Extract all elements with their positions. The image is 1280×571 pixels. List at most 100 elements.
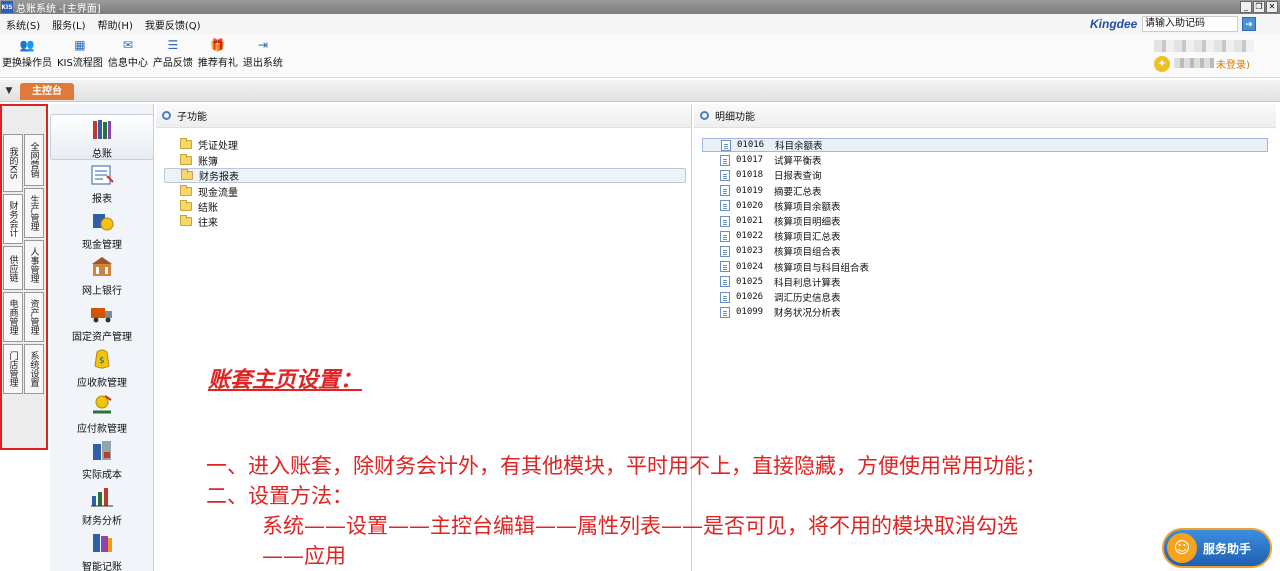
module-online-bank[interactable]: 网上银行 bbox=[50, 252, 154, 298]
module-cash[interactable]: 现金管理 bbox=[50, 206, 154, 252]
panel-header-icon bbox=[162, 111, 171, 120]
detail-code: 01024 bbox=[736, 261, 764, 272]
menu-system[interactable]: 系统(S) bbox=[0, 17, 46, 32]
sub-function-title: 子功能 bbox=[177, 112, 207, 123]
report-doc-icon bbox=[720, 200, 730, 212]
sub-function-header: 子功能 bbox=[156, 104, 691, 128]
detail-item-01019[interactable]: 01019 摘要汇总表 bbox=[702, 184, 822, 198]
module-receivable[interactable]: $ 应收款管理 bbox=[50, 344, 154, 390]
folder-financial-report[interactable]: 财务报表 bbox=[164, 168, 686, 183]
payable-icon bbox=[93, 395, 112, 414]
ledger-books-icon bbox=[93, 120, 111, 139]
star-icon: ✦ bbox=[1154, 56, 1170, 72]
detail-name: 日报表查询 bbox=[774, 171, 822, 183]
detail-item-01023[interactable]: 01023 核算项目组合表 bbox=[702, 244, 841, 258]
panel-header-icon bbox=[700, 111, 709, 120]
vtab-hr[interactable]: 人事管理 bbox=[24, 240, 44, 290]
module-financial-analysis[interactable]: 财务分析 bbox=[50, 482, 154, 528]
folder-label: 账簿 bbox=[198, 157, 218, 168]
detail-item-01022[interactable]: 01022 核算项目汇总表 bbox=[702, 229, 841, 243]
recommend-gift-label: 推荐有礼 bbox=[197, 58, 238, 69]
folder-ledger-books[interactable]: 账簿 bbox=[164, 153, 218, 168]
vtab-store[interactable]: 门店管理 bbox=[3, 344, 23, 394]
menu-feedback[interactable]: 我要反馈(Q) bbox=[139, 17, 207, 32]
tab-dropdown-icon[interactable]: ▼ bbox=[3, 85, 15, 97]
module-general-ledger[interactable]: 总账 bbox=[50, 114, 154, 160]
detail-name: 核算项目与科目组合表 bbox=[774, 262, 870, 274]
detail-item-01025[interactable]: 01025 科目利息计算表 bbox=[702, 275, 841, 289]
vtab-financial-accounting[interactable]: 财务会计 bbox=[3, 194, 23, 244]
exit-icon: ⇥ bbox=[257, 38, 268, 52]
receivable-icon: $ bbox=[94, 349, 110, 369]
module-smart-accounting[interactable]: 智能记账 bbox=[50, 528, 154, 571]
module-label: 智能记账 bbox=[82, 562, 122, 571]
report-doc-icon bbox=[720, 230, 730, 242]
vtab-ecommerce[interactable]: 电商管理 bbox=[3, 292, 23, 342]
kis-logo-icon: KIS bbox=[1, 1, 13, 13]
flowchart-icon: ▦ bbox=[74, 38, 86, 52]
detail-name: 核算项目明细表 bbox=[774, 217, 841, 228]
module-label: 报表 bbox=[92, 194, 112, 205]
report-doc-icon bbox=[721, 139, 731, 151]
tab-strip: ▼ 主控台 bbox=[0, 80, 1280, 102]
user-switch-icon: 👥 bbox=[19, 38, 35, 52]
report-doc-icon bbox=[720, 154, 730, 166]
detail-code: 01025 bbox=[736, 276, 764, 287]
exit-system-button[interactable]: ⇥ 退出系统 bbox=[243, 34, 283, 69]
detail-item-01016[interactable]: 01016 科目余额表 bbox=[702, 138, 1268, 152]
login-status[interactable]: 未登录) bbox=[1216, 56, 1250, 71]
module-report[interactable]: 报表 bbox=[50, 160, 154, 206]
service-helper-label: 服务助手 bbox=[1203, 541, 1252, 556]
detail-item-01020[interactable]: 01020 核算项目余额表 bbox=[702, 199, 841, 213]
menu-service[interactable]: 服务(L) bbox=[46, 17, 91, 32]
vtab-system-settings[interactable]: 系统设置 bbox=[24, 344, 44, 394]
folder-icon bbox=[180, 154, 192, 165]
help-code-input[interactable]: 请输入助记码 bbox=[1142, 16, 1238, 32]
vtab-assets[interactable]: 资产管理 bbox=[24, 292, 44, 342]
kis-flowchart-button[interactable]: ▦ KIS流程图 bbox=[57, 34, 103, 69]
detail-name: 财务状况分析表 bbox=[774, 308, 841, 320]
module-actual-cost[interactable]: 实际成本 bbox=[50, 436, 154, 482]
service-helper-button[interactable]: ☺ 服务助手 bbox=[1162, 528, 1272, 568]
minimize-button[interactable]: _ bbox=[1240, 1, 1252, 13]
report-doc-icon bbox=[720, 169, 730, 181]
toolbar: 👥 更换操作员 ▦ KIS流程图 ✉ 信息中心 ☰ 产品反馈 🎁 推荐有礼 ⇥ … bbox=[0, 34, 1280, 78]
detail-item-01024[interactable]: 01024 核算项目与科目组合表 bbox=[702, 260, 869, 274]
annotation-line-2: 二、设置方法： bbox=[206, 484, 353, 508]
detail-item-01017[interactable]: 01017 试算平衡表 bbox=[702, 153, 822, 167]
menu-help[interactable]: 帮助(H) bbox=[92, 17, 139, 32]
detail-code: 01026 bbox=[736, 292, 764, 302]
close-button[interactable]: ✕ bbox=[1266, 1, 1278, 13]
module-fixed-assets[interactable]: 固定资产管理 bbox=[50, 298, 154, 344]
product-feedback-button[interactable]: ☰ 产品反馈 bbox=[153, 34, 193, 69]
folder-icon bbox=[180, 185, 192, 196]
vtab-my-kis[interactable]: 我的KIS bbox=[3, 134, 23, 192]
info-center-button[interactable]: ✉ 信息中心 bbox=[108, 34, 148, 69]
vtab-production[interactable]: 生产管理 bbox=[24, 188, 44, 238]
vtab-supply-chain[interactable]: 供应链 bbox=[3, 246, 23, 290]
user-status-area[interactable]: ✦ 未登录) bbox=[1150, 38, 1270, 72]
module-column: 总账 报表 现金管理 网上银行 固定资产管理 $ 应收款管理 应付款管理 实际成… bbox=[50, 104, 154, 571]
module-label: 现金管理 bbox=[82, 240, 122, 251]
folder-voucher[interactable]: 凭证处理 bbox=[164, 137, 238, 152]
folder-closing[interactable]: 结账 bbox=[164, 199, 218, 214]
module-payable[interactable]: 应付款管理 bbox=[50, 390, 154, 436]
folder-transactions[interactable]: 往来 bbox=[164, 214, 218, 229]
detail-item-01099[interactable]: 01099 财务状况分析表 bbox=[702, 305, 841, 319]
kis-flowchart-label: KIS流程图 bbox=[57, 58, 103, 69]
module-label: 网上银行 bbox=[82, 286, 122, 297]
switch-operator-button[interactable]: 👥 更换操作员 bbox=[2, 34, 52, 69]
tab-main-console[interactable]: 主控台 bbox=[20, 83, 74, 100]
detail-item-01021[interactable]: 01021 核算项目明细表 bbox=[702, 214, 841, 228]
detail-item-01026[interactable]: 01026 调汇历史信息表 bbox=[702, 290, 841, 304]
cost-icon bbox=[93, 441, 111, 460]
folder-label: 现金流量 bbox=[198, 188, 238, 199]
report-icon bbox=[91, 165, 114, 185]
truck-icon bbox=[91, 308, 112, 323]
help-code-go-icon[interactable]: ➔ bbox=[1242, 17, 1256, 31]
folder-cash-flow[interactable]: 现金流量 bbox=[164, 184, 238, 199]
vtab-marketing[interactable]: 全网营销 bbox=[24, 134, 44, 186]
detail-item-01018[interactable]: 01018 日报表查询 bbox=[702, 168, 822, 182]
restore-button[interactable]: ❐ bbox=[1253, 1, 1265, 13]
recommend-gift-button[interactable]: 🎁 推荐有礼 bbox=[198, 34, 238, 69]
